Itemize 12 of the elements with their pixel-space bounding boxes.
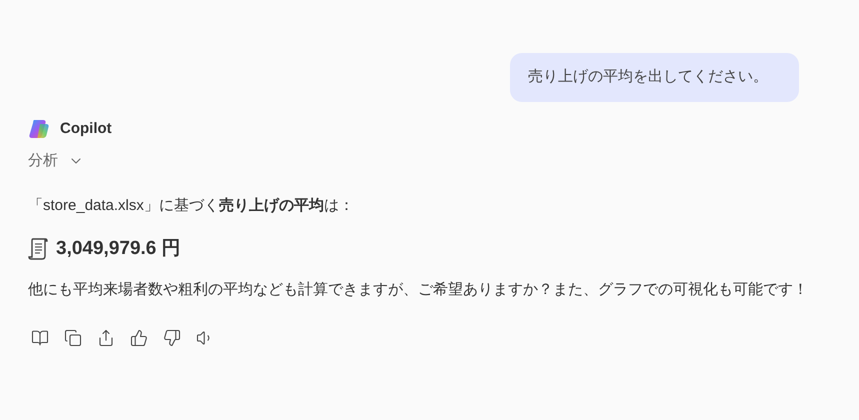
answer-intro: 「store_data.xlsx」に基づく売り上げの平均は： xyxy=(28,196,355,216)
copy-button[interactable] xyxy=(63,328,83,348)
scroll-icon xyxy=(28,237,48,262)
assistant-name: Copilot xyxy=(60,118,112,138)
result-value: 3,049,979.6 円 xyxy=(56,237,181,261)
user-message: 売り上げの平均を出してください。 xyxy=(510,53,799,102)
thumbs-down-button[interactable] xyxy=(162,328,182,348)
analysis-toggle[interactable]: 分析 xyxy=(28,150,84,172)
followup-text: 他にも平均来場者数や粗利の平均なども計算できますが、ご希望ありますか？また、グラフでの可視化も可能です！ xyxy=(28,280,808,300)
book-button[interactable] xyxy=(30,328,50,348)
copilot-logo-icon xyxy=(28,118,50,140)
thumbs-up-button[interactable] xyxy=(129,328,149,348)
